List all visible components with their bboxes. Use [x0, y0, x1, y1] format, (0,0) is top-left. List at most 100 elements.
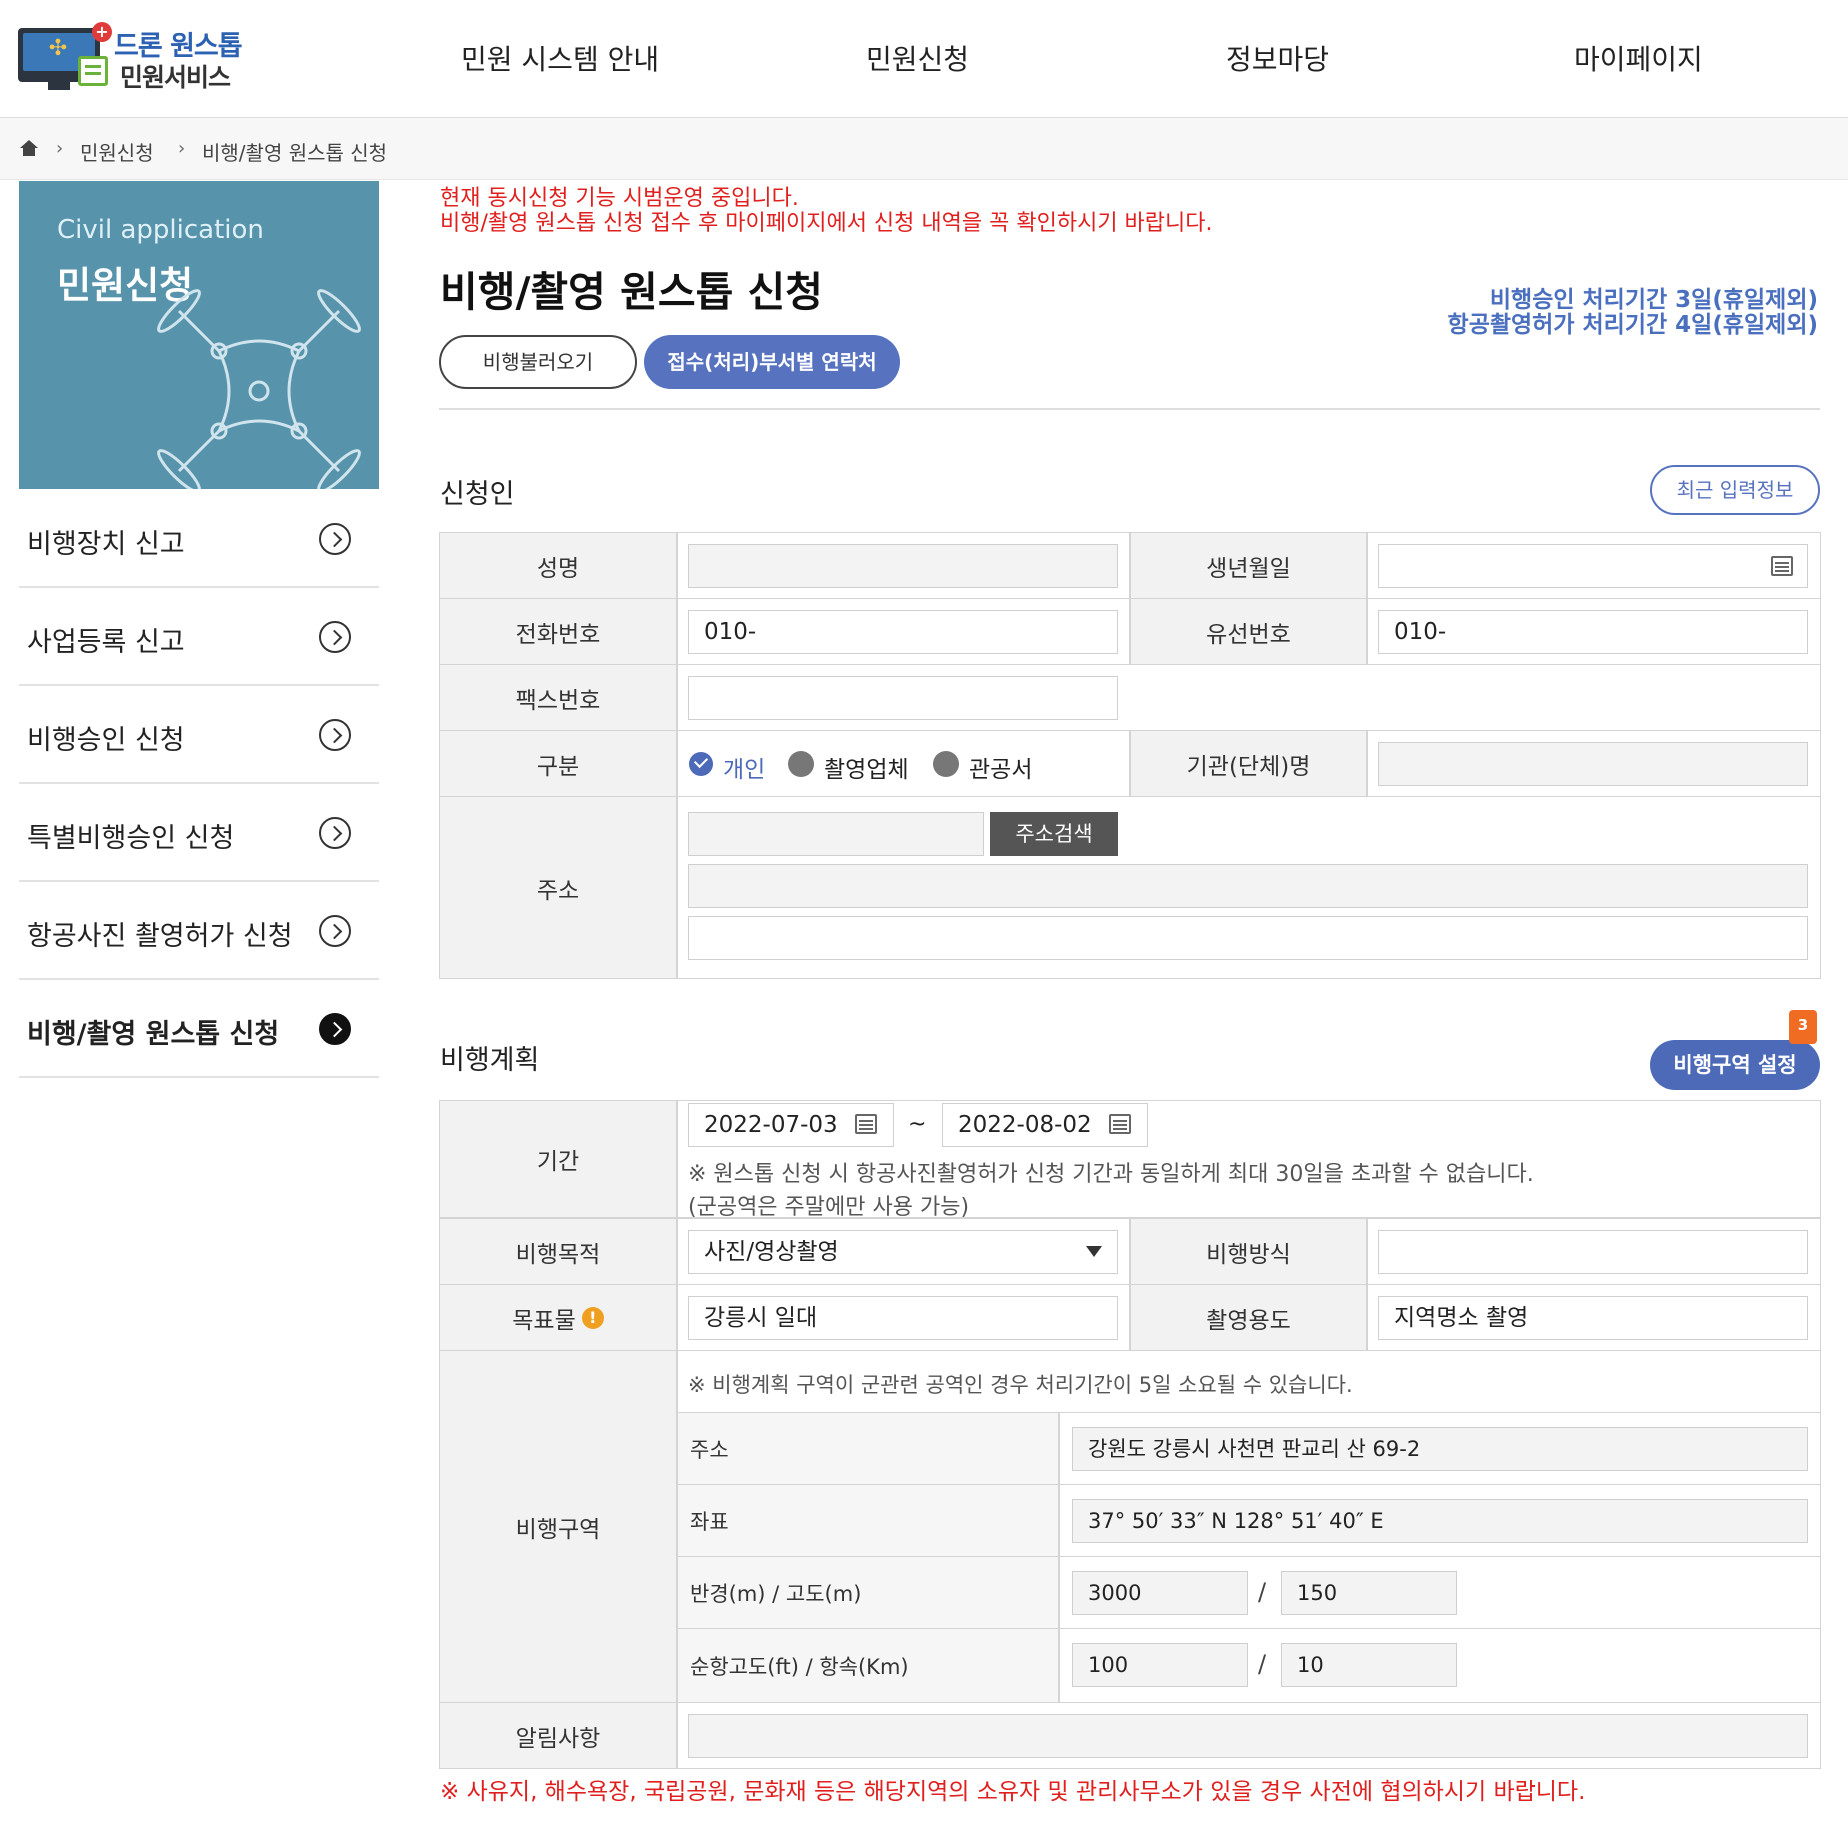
- fax-field[interactable]: [688, 676, 1118, 720]
- sidebar-item-business-report[interactable]: 사업등록 신고: [19, 588, 379, 686]
- logo-subtitle: 민원서비스: [120, 63, 231, 92]
- radius-field[interactable]: 3000: [1072, 1571, 1248, 1615]
- sidebar-item-device-report[interactable]: 비행장치 신고: [19, 490, 379, 588]
- notice-field[interactable]: [688, 1714, 1808, 1758]
- period-separator: ~: [908, 1112, 927, 1137]
- breadcrumb-item[interactable]: 민원신청: [80, 137, 154, 166]
- processing-period-photo: 항공촬영허가 처리기간 4일(휴일제외): [1447, 312, 1818, 338]
- label-notice: 알림사항: [439, 1702, 677, 1769]
- label-zone-address: 주소: [677, 1412, 1059, 1485]
- chevron-right-circle-icon: [319, 719, 351, 751]
- label-usage: 촬영용도: [1130, 1284, 1367, 1351]
- postal-code-field[interactable]: [688, 812, 984, 856]
- sidebar-item-label: 비행승인 신청: [27, 725, 185, 756]
- label-method: 비행방식: [1130, 1218, 1367, 1285]
- label-purpose: 비행목적: [439, 1218, 677, 1285]
- sidebar-item-label: 특별비행승인 신청: [27, 823, 235, 854]
- site-logo[interactable]: ✣ + 드론 원스톱 민원서비스: [18, 22, 243, 92]
- chevron-right-circle-icon: [319, 523, 351, 555]
- target-field[interactable]: 강릉시 일대: [688, 1296, 1118, 1340]
- label-coordinates: 좌표: [677, 1484, 1059, 1557]
- landline-field[interactable]: 010-: [1378, 610, 1808, 654]
- label-phone: 전화번호: [439, 598, 677, 665]
- section-title-flight-plan: 비행계획: [440, 1045, 540, 1076]
- label-landline: 유선번호: [1130, 598, 1367, 665]
- label-birth: 생년월일: [1130, 532, 1367, 599]
- label-address: 주소: [439, 796, 677, 979]
- period-note: ※ 원스톱 신청 시 항공사진촬영허가 신청 기간과 동일하게 최대 30일을 …: [688, 1162, 1534, 1187]
- notice-text: 비행/촬영 원스톱 신청 접수 후 마이페이지에서 신청 내역을 꼭 확인하시기…: [440, 211, 1213, 236]
- chevron-right-circle-icon: [319, 1013, 351, 1045]
- drone-illustration-icon: [157, 289, 361, 489]
- coordinates-field[interactable]: 37° 50′ 33″ N 128° 51′ 40″ E: [1072, 1499, 1808, 1543]
- label-target-cell: 목표물!: [439, 1284, 677, 1351]
- banner-subtitle: Civil application: [57, 215, 264, 245]
- address-field[interactable]: [688, 864, 1808, 908]
- label-name: 성명: [439, 532, 677, 599]
- sidebar-item-label: 사업등록 신고: [27, 627, 185, 658]
- sidebar-item-flight-approval[interactable]: 비행승인 신청: [19, 686, 379, 784]
- recent-input-button[interactable]: 최근 입력정보: [1650, 465, 1820, 515]
- bottom-warning: ※ 사유지, 해수욕장, 국립공원, 문화재 등은 해당지역의 소유자 및 관리…: [440, 1779, 1586, 1805]
- sidebar-item-label: 비행/촬영 원스톱 신청: [27, 1019, 280, 1050]
- radio-label-government[interactable]: 관공서: [969, 750, 1032, 784]
- chevron-right-icon: ›: [56, 138, 64, 159]
- department-contact-button[interactable]: 접수(처리)부서별 연락처: [644, 335, 900, 389]
- cruise-altitude-field[interactable]: 100: [1072, 1643, 1248, 1687]
- radio-label-individual[interactable]: 개인: [723, 750, 765, 784]
- load-flight-button[interactable]: 비행불러오기: [439, 335, 637, 389]
- radio-label-company[interactable]: 촬영업체: [824, 750, 909, 784]
- sidebar-item-label: 항공사진 촬영허가 신청: [27, 921, 293, 952]
- home-icon[interactable]: [20, 140, 38, 156]
- label-fax: 팩스번호: [439, 664, 677, 731]
- site-header: ✣ + 드론 원스톱 민원서비스 민원 시스템 안내 민원신청 정보마당 마이페…: [0, 0, 1848, 118]
- organization-field[interactable]: [1378, 742, 1808, 786]
- purpose-select[interactable]: 사진/영상촬영: [688, 1230, 1118, 1274]
- label-organization: 기관(단체)명: [1130, 730, 1367, 797]
- name-field[interactable]: [688, 544, 1118, 588]
- phone-field[interactable]: 010-: [688, 610, 1118, 654]
- plus-icon: +: [92, 22, 112, 42]
- calendar-icon[interactable]: [1771, 556, 1793, 576]
- chevron-right-circle-icon: [319, 915, 351, 947]
- sidebar-item-special-flight[interactable]: 특별비행승인 신청: [19, 784, 379, 882]
- chevron-right-circle-icon: [319, 621, 351, 653]
- label-period: 기간: [439, 1100, 677, 1218]
- flight-zone-button[interactable]: 비행구역 설정: [1650, 1040, 1820, 1090]
- page-title: 비행/촬영 원스톱 신청: [440, 268, 824, 316]
- calendar-icon[interactable]: [1109, 1114, 1131, 1134]
- document-icon: [78, 56, 108, 86]
- warning-icon[interactable]: !: [581, 1306, 604, 1329]
- divider: [439, 408, 1820, 410]
- period-note-military: (군공역은 주말에만 사용 가능): [688, 1195, 970, 1220]
- sidebar-item-aerial-photo[interactable]: 항공사진 촬영허가 신청: [19, 882, 379, 980]
- zone-count-badge: 3: [1789, 1010, 1817, 1044]
- radio-company[interactable]: [788, 751, 814, 777]
- zone-note: ※ 비행계획 구역이 군관련 공역인 경우 처리기간이 5일 소요될 수 있습니…: [688, 1373, 1353, 1397]
- method-field[interactable]: [1378, 1230, 1808, 1274]
- radio-individual[interactable]: [689, 752, 713, 776]
- address-detail-field[interactable]: [688, 916, 1808, 960]
- breadcrumb-current: 비행/촬영 원스톱 신청: [202, 141, 388, 165]
- drone-icon: ✣: [48, 36, 68, 61]
- radio-government[interactable]: [933, 751, 959, 777]
- sidebar-item-onestop[interactable]: 비행/촬영 원스톱 신청: [19, 980, 379, 1078]
- nav-mypage[interactable]: 마이페이지: [1574, 38, 1703, 78]
- separator-slash: /: [1258, 1578, 1267, 1606]
- chevron-right-circle-icon: [319, 817, 351, 849]
- chevron-down-icon: [1086, 1246, 1102, 1257]
- address-search-button[interactable]: 주소검색: [990, 812, 1118, 856]
- usage-field[interactable]: 지역명소 촬영: [1378, 1296, 1808, 1340]
- breadcrumb: › 민원신청 › 비행/촬영 원스톱 신청: [0, 118, 1848, 180]
- speed-field[interactable]: 10: [1281, 1643, 1457, 1687]
- label-zone: 비행구역: [439, 1350, 677, 1703]
- birth-date-field[interactable]: [1378, 544, 1808, 588]
- zone-address-field[interactable]: 강원도 강릉시 사천면 판교리 산 69-2: [1072, 1427, 1808, 1471]
- nav-application[interactable]: 민원신청: [866, 38, 969, 78]
- nav-info[interactable]: 정보마당: [1226, 38, 1329, 78]
- calendar-icon[interactable]: [855, 1114, 877, 1134]
- nav-system-guide[interactable]: 민원 시스템 안내: [461, 38, 659, 78]
- altitude-field[interactable]: 150: [1281, 1571, 1457, 1615]
- label-target: 목표물: [512, 1307, 576, 1334]
- label-type: 구분: [439, 730, 677, 797]
